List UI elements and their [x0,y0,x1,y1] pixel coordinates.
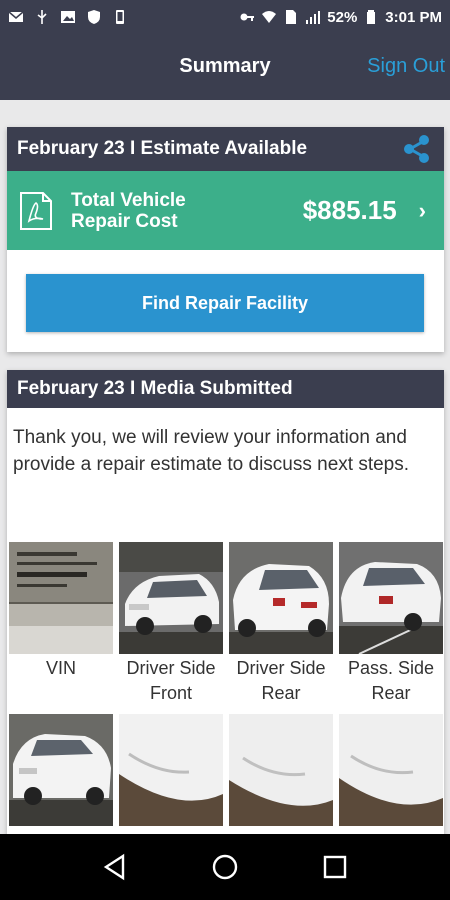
chevron-right-icon: › [418,197,426,223]
back-icon[interactable] [101,853,129,881]
media-card: February 23 I Media Submitted Thank you,… [7,370,444,834]
media-tile-vin[interactable]: VIN [9,542,113,681]
media-tile[interactable] [339,714,443,826]
tile-label: Pass. Side Rear [347,658,435,703]
content-area[interactable]: February 23 I Estimate Available Total V… [0,100,450,834]
damage-closeup-photo[interactable] [339,714,443,826]
driver-side-front-photo[interactable] [119,542,223,654]
estimate-card: February 23 I Estimate Available Total V… [7,127,444,352]
damage-closeup-photo[interactable] [119,714,223,826]
home-icon[interactable] [211,853,239,881]
tile-label: VIN [45,658,76,678]
pass-side-rear-photo[interactable] [339,542,443,654]
media-tile-pass-side-rear[interactable]: Pass. Side Rear [339,542,443,706]
app-header: Summary Sign Out [0,34,450,100]
recents-icon[interactable] [321,853,349,881]
cost-label: Total Vehicle Repair Cost [71,190,221,232]
battery-icon [367,10,376,24]
estimate-card-title: February 23 I Estimate Available [17,138,308,159]
media-tile[interactable] [9,714,113,826]
media-card-header: February 23 I Media Submitted [7,370,444,408]
media-tile-driver-side-rear[interactable]: Driver Side Rear [229,542,333,706]
driver-side-rear-photo[interactable] [229,542,333,654]
find-repair-facility-button[interactable]: Find Repair Facility [26,274,424,332]
cost-value: $885.15 [302,195,397,225]
media-tile[interactable] [229,714,333,826]
pdf-icon [20,191,52,230]
vehicle-photo[interactable] [9,714,113,826]
media-tile[interactable] [119,714,223,826]
damage-closeup-photo[interactable] [229,714,333,826]
sign-out-link[interactable]: Sign Out [367,55,445,78]
mail-icon [8,11,24,22]
key-icon [240,13,255,21]
clock: 3:01 PM [385,8,442,26]
signal-icon [306,11,321,24]
system-nav-bar [0,834,450,900]
media-tile-driver-side-front[interactable]: Driver Side Front [119,542,223,706]
tile-label: Driver Side Front [126,658,216,703]
image-icon [61,11,75,23]
shield-icon [88,10,100,24]
total-cost-row[interactable]: Total Vehicle Repair Cost $885.15 › [7,171,444,250]
thank-you-message: Thank you, we will review your informati… [13,427,410,475]
cost-label-line1: Total Vehicle [71,189,186,211]
status-bar: 52% 3:01 PM [0,0,450,34]
share-icon[interactable] [400,132,434,166]
estimate-card-header: February 23 I Estimate Available [7,127,444,171]
media-card-title: February 23 I Media Submitted [17,378,293,399]
sim-icon [286,10,297,24]
vin-photo[interactable] [9,542,113,654]
tile-label: Driver Side Rear [236,658,326,703]
phone-icon [116,10,124,24]
usb-icon [37,10,47,24]
wifi-icon [262,11,277,23]
cost-label-line2: Repair Cost [71,210,178,232]
battery-percent: 52% [327,8,358,26]
